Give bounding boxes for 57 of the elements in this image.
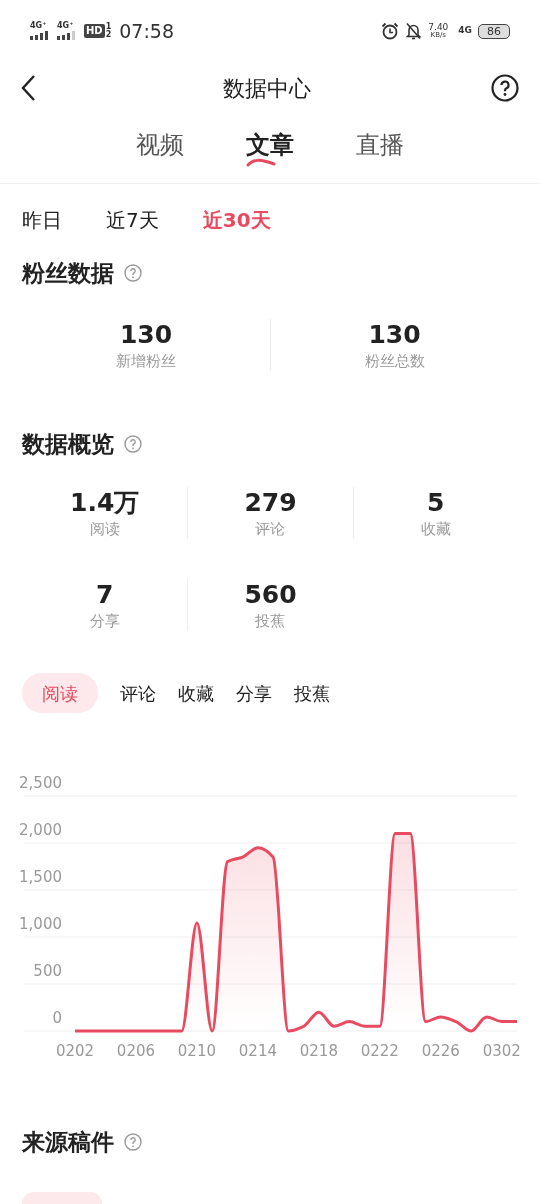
stat-value: 130 (119, 318, 173, 351)
stat-label: 评论 (255, 519, 286, 539)
x-axis-label: 0218 (299, 1042, 338, 1060)
stat-value: 130 (368, 318, 421, 351)
stat-label: 阅读 (89, 519, 120, 539)
metric-tab[interactable]: 收藏 (178, 673, 214, 713)
sim-slot-label: 1 (105, 23, 112, 31)
x-axis-label: 0226 (421, 1042, 460, 1060)
y-axis-label: 0 (52, 1009, 62, 1027)
y-axis-label: 500 (33, 962, 62, 980)
x-axis-label: 0202 (55, 1042, 95, 1060)
stat-value: 5 (427, 487, 445, 519)
tab[interactable]: 视频 (136, 128, 184, 174)
metric-tab[interactable]: 评论 (120, 673, 156, 713)
stat-label: 收藏 (420, 519, 451, 539)
stat-value: 1.4万 (70, 487, 140, 519)
x-axis-label: 0210 (177, 1042, 216, 1060)
clock-time: 07:58 (119, 18, 174, 44)
stat-value: 7 (95, 579, 114, 611)
signal-icon (30, 31, 51, 40)
alarm-clock-icon (381, 22, 400, 40)
stat-label: 分享 (89, 611, 120, 631)
help-icon[interactable] (490, 73, 520, 103)
period-tab[interactable]: 近30天 (202, 205, 271, 235)
y-axis-label: 2,500 (19, 774, 62, 792)
metric-tab[interactable]: 分享 (236, 673, 272, 713)
stat-label: 粉丝总数 (364, 350, 425, 371)
x-axis-label: 0214 (238, 1042, 277, 1060)
x-axis-label: 0222 (360, 1042, 399, 1060)
network-speed: 7.40 (428, 23, 449, 32)
network-label: 4G (458, 24, 472, 38)
tab-underline-icon (246, 158, 276, 168)
muted-bell-icon (405, 22, 423, 40)
tab[interactable]: 文章 (246, 128, 294, 174)
y-axis-label: 1,000 (19, 915, 62, 933)
network-label: 4G⁺ (30, 22, 47, 30)
x-axis-label: 0206 (116, 1042, 156, 1060)
tab[interactable]: 直播 (356, 128, 404, 174)
network-label: 4G⁺ (57, 22, 74, 30)
metric-tab[interactable]: 投蕉 (294, 673, 330, 713)
stat-value: 560 (244, 579, 297, 611)
stat-label: 投蕉 (255, 611, 286, 631)
x-axis-label: 0302 (482, 1042, 521, 1060)
battery-indicator: 86 (478, 23, 510, 39)
section-title: 粉丝数据 (22, 259, 114, 288)
period-tab[interactable]: 昨日 (22, 205, 62, 235)
signal-icon (57, 31, 78, 40)
page-title: 数据中心 (223, 74, 311, 103)
stat-label: 新增粉丝 (116, 350, 176, 371)
hd-badge: HD (84, 24, 105, 38)
y-axis-label: 2,000 (19, 821, 62, 839)
sim-slot-label: 2 (105, 31, 112, 39)
stat-value: 279 (244, 487, 297, 519)
period-tab[interactable]: 近7天 (106, 205, 159, 235)
y-axis-label: 1,500 (19, 868, 62, 886)
section-title: 来源稿件 (22, 1128, 114, 1157)
section-title: 数据概览 (22, 429, 114, 459)
